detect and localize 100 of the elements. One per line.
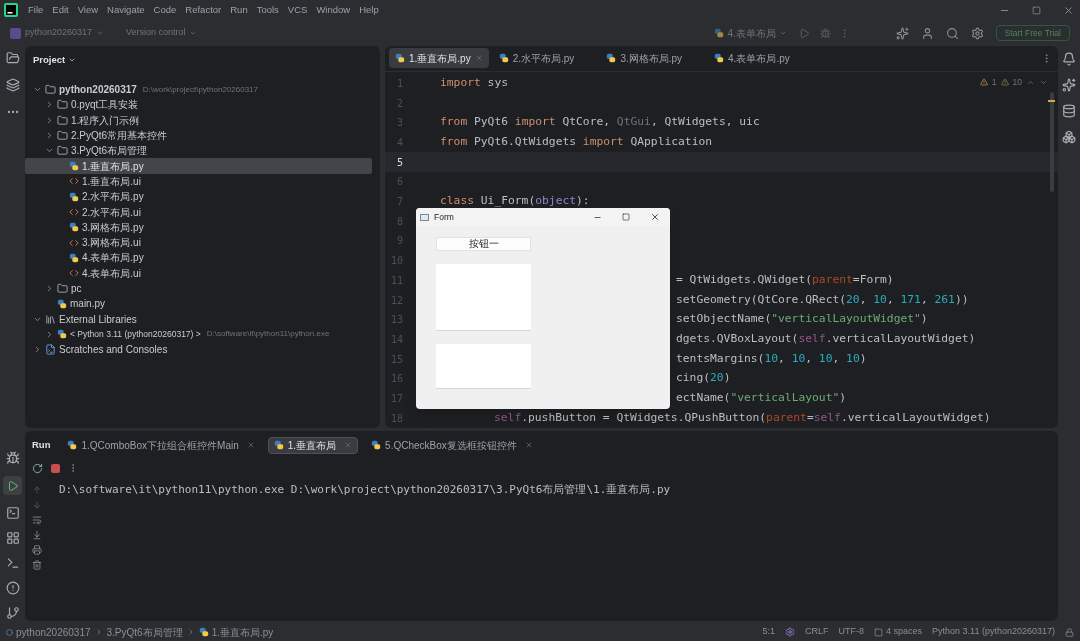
problems-icon[interactable] bbox=[5, 581, 20, 595]
search-icon[interactable] bbox=[945, 26, 959, 40]
tree-label: External Libraries bbox=[59, 312, 137, 327]
maximize-icon[interactable] bbox=[622, 213, 630, 221]
plugins-icon[interactable] bbox=[1062, 130, 1076, 144]
app-logo-icon[interactable] bbox=[4, 3, 18, 17]
tree-item[interactable]: 1.程序入门示例 bbox=[25, 112, 372, 128]
tree-item[interactable]: < Python 3.11 (python20260317) > D:\software\it\python11\python.exe bbox=[25, 326, 372, 343]
project-avatar-icon bbox=[10, 27, 21, 39]
run-tool-button[interactable] bbox=[3, 476, 22, 495]
menu-item[interactable]: Help bbox=[359, 2, 379, 18]
push-button[interactable]: 按钮一 bbox=[436, 237, 531, 251]
tree-item[interactable]: 4.表单布局.py bbox=[25, 250, 372, 266]
git-icon[interactable] bbox=[5, 606, 20, 620]
tree-item[interactable]: 0.pyqt工具安装 bbox=[25, 97, 372, 113]
folder-icon bbox=[57, 283, 68, 294]
folder-icon bbox=[57, 114, 68, 126]
editor-tab[interactable]: 2.水平布局.py bbox=[492, 48, 597, 69]
menu-item[interactable]: Tools bbox=[256, 2, 279, 18]
run-tab[interactable]: 5.QCheckBox复选框按钮控件 bbox=[366, 436, 538, 454]
panel-title: Run bbox=[32, 437, 51, 452]
weak-warning-count[interactable]: 10 bbox=[1012, 76, 1022, 89]
interpreter-selector[interactable]: Python 3.11 (python20260317) bbox=[932, 625, 1055, 639]
tree-item[interactable]: Scratches and Consoles bbox=[25, 342, 372, 358]
tree-item[interactable]: 1.垂直布局.ui bbox=[25, 173, 372, 190]
folder-icon[interactable] bbox=[5, 51, 20, 65]
tree-item[interactable]: 2.水平布局.ui bbox=[25, 204, 372, 220]
tree-item[interactable]: 4.表单布局.ui bbox=[25, 265, 372, 281]
gear-icon[interactable] bbox=[785, 627, 795, 637]
run-tab[interactable]: 1.垂直布局 bbox=[267, 436, 359, 454]
settings-icon[interactable] bbox=[970, 26, 984, 40]
tree-label: 1.垂直布局.py bbox=[82, 159, 144, 174]
breadcrumb[interactable]: python20260317 bbox=[16, 624, 91, 640]
python-icon bbox=[273, 440, 284, 450]
tree-item[interactable]: 2.PyQt6常用基本控件 bbox=[25, 127, 372, 144]
menu-item[interactable]: Window bbox=[316, 2, 351, 18]
menu-item[interactable]: Edit bbox=[52, 2, 69, 18]
warning-count[interactable]: 1 bbox=[991, 76, 997, 89]
ai-icon[interactable] bbox=[895, 26, 909, 40]
scroll-end-icon[interactable] bbox=[32, 530, 42, 540]
tree-item[interactable]: 2.水平布局.py bbox=[25, 189, 372, 205]
maximize-icon[interactable] bbox=[1032, 5, 1041, 15]
start-trial-button[interactable]: Start Free Trial bbox=[995, 25, 1070, 41]
file-encoding[interactable]: UTF-8 bbox=[838, 625, 865, 639]
tab-label: 2.水平布局.py bbox=[512, 51, 575, 66]
print-icon[interactable] bbox=[32, 545, 42, 555]
code-line: dgets.QVBoxLayout(self.verticalLayoutWidget) bbox=[676, 330, 976, 347]
run-tab[interactable]: 1.QComboBox下拉组合框控件Main bbox=[62, 436, 260, 454]
tree-item[interactable]: main.py bbox=[25, 296, 372, 312]
menu-item[interactable]: Navigate bbox=[107, 2, 145, 18]
services-icon[interactable] bbox=[5, 531, 20, 545]
close-icon[interactable] bbox=[1063, 4, 1074, 16]
user-icon[interactable] bbox=[920, 26, 934, 40]
rerun-icon[interactable] bbox=[32, 462, 43, 474]
python-console-icon[interactable] bbox=[5, 506, 20, 520]
code-icon bbox=[69, 207, 79, 217]
code-line: ectName("verticalLayout") bbox=[676, 390, 847, 406]
code-icon bbox=[69, 268, 79, 279]
tab-label: 4.表单布局.py bbox=[728, 51, 790, 66]
breadcrumb[interactable]: 3.PyQt6布局管理 bbox=[106, 624, 183, 640]
indent-setting[interactable]: 4 spaces bbox=[886, 625, 923, 639]
code-line: from PyQt6.QtWidgets import QApplication bbox=[440, 134, 713, 151]
menu-item[interactable]: Code bbox=[153, 2, 177, 18]
menu-item[interactable]: File bbox=[28, 2, 44, 18]
editor-tab[interactable]: 3.网格布局.py bbox=[600, 48, 705, 69]
line-separator[interactable]: CRLF bbox=[805, 625, 829, 639]
tree-item[interactable]: 1.垂直布局.py bbox=[25, 158, 372, 174]
menu-item[interactable]: Run bbox=[230, 2, 248, 18]
close-icon[interactable] bbox=[650, 212, 660, 222]
tree-item[interactable]: pc bbox=[25, 280, 372, 297]
menu-item[interactable]: View bbox=[77, 2, 99, 18]
chevron-icon bbox=[778, 29, 787, 37]
console-output: D:\software\it\python11\python.exe D:\work\project\python20260317\3.PyQt6布局管理\1.垂直布局.py bbox=[59, 482, 671, 498]
run-icon[interactable] bbox=[798, 27, 810, 39]
tree-item[interactable]: python20260317 D:\work\project\python20260317 bbox=[25, 82, 372, 98]
warning-marker bbox=[1048, 100, 1055, 102]
lock-icon[interactable] bbox=[1065, 627, 1074, 637]
tree-item[interactable]: 3.PyQt6布局管理 bbox=[25, 143, 372, 159]
debug-icon[interactable] bbox=[5, 451, 20, 465]
database-icon[interactable] bbox=[1062, 104, 1076, 118]
caret-position[interactable]: 5:1 bbox=[762, 625, 775, 639]
wrap-icon[interactable] bbox=[32, 515, 42, 525]
trash-icon[interactable] bbox=[32, 560, 42, 570]
terminal-icon[interactable] bbox=[5, 556, 20, 570]
notifications-icon[interactable] bbox=[1062, 52, 1076, 66]
structure-icon[interactable] bbox=[5, 78, 20, 92]
tree-item[interactable]: 3.网格布局.py bbox=[25, 219, 372, 235]
editor-tab[interactable]: 4.表单布局.py bbox=[708, 48, 812, 69]
tree-label: 2.PyQt6常用基本控件 bbox=[71, 129, 168, 144]
stop-icon[interactable] bbox=[51, 463, 60, 473]
path-hint: D:\software\it\python11\python.exe bbox=[206, 328, 330, 341]
tree-item[interactable]: 3.网格布局.ui bbox=[25, 234, 372, 251]
panel-title[interactable]: Project bbox=[33, 52, 77, 68]
ai-icon[interactable] bbox=[1062, 78, 1076, 92]
menu-item[interactable]: Refactor bbox=[185, 2, 222, 18]
breadcrumb[interactable]: 1.垂直布局.py bbox=[211, 624, 274, 640]
menu-item[interactable]: VCS bbox=[287, 2, 308, 18]
tree-label: 3.PyQt6布局管理 bbox=[71, 144, 148, 159]
editor-tab[interactable]: 1.垂直布局.py bbox=[389, 48, 489, 69]
tree-item[interactable]: External Libraries bbox=[25, 311, 372, 327]
